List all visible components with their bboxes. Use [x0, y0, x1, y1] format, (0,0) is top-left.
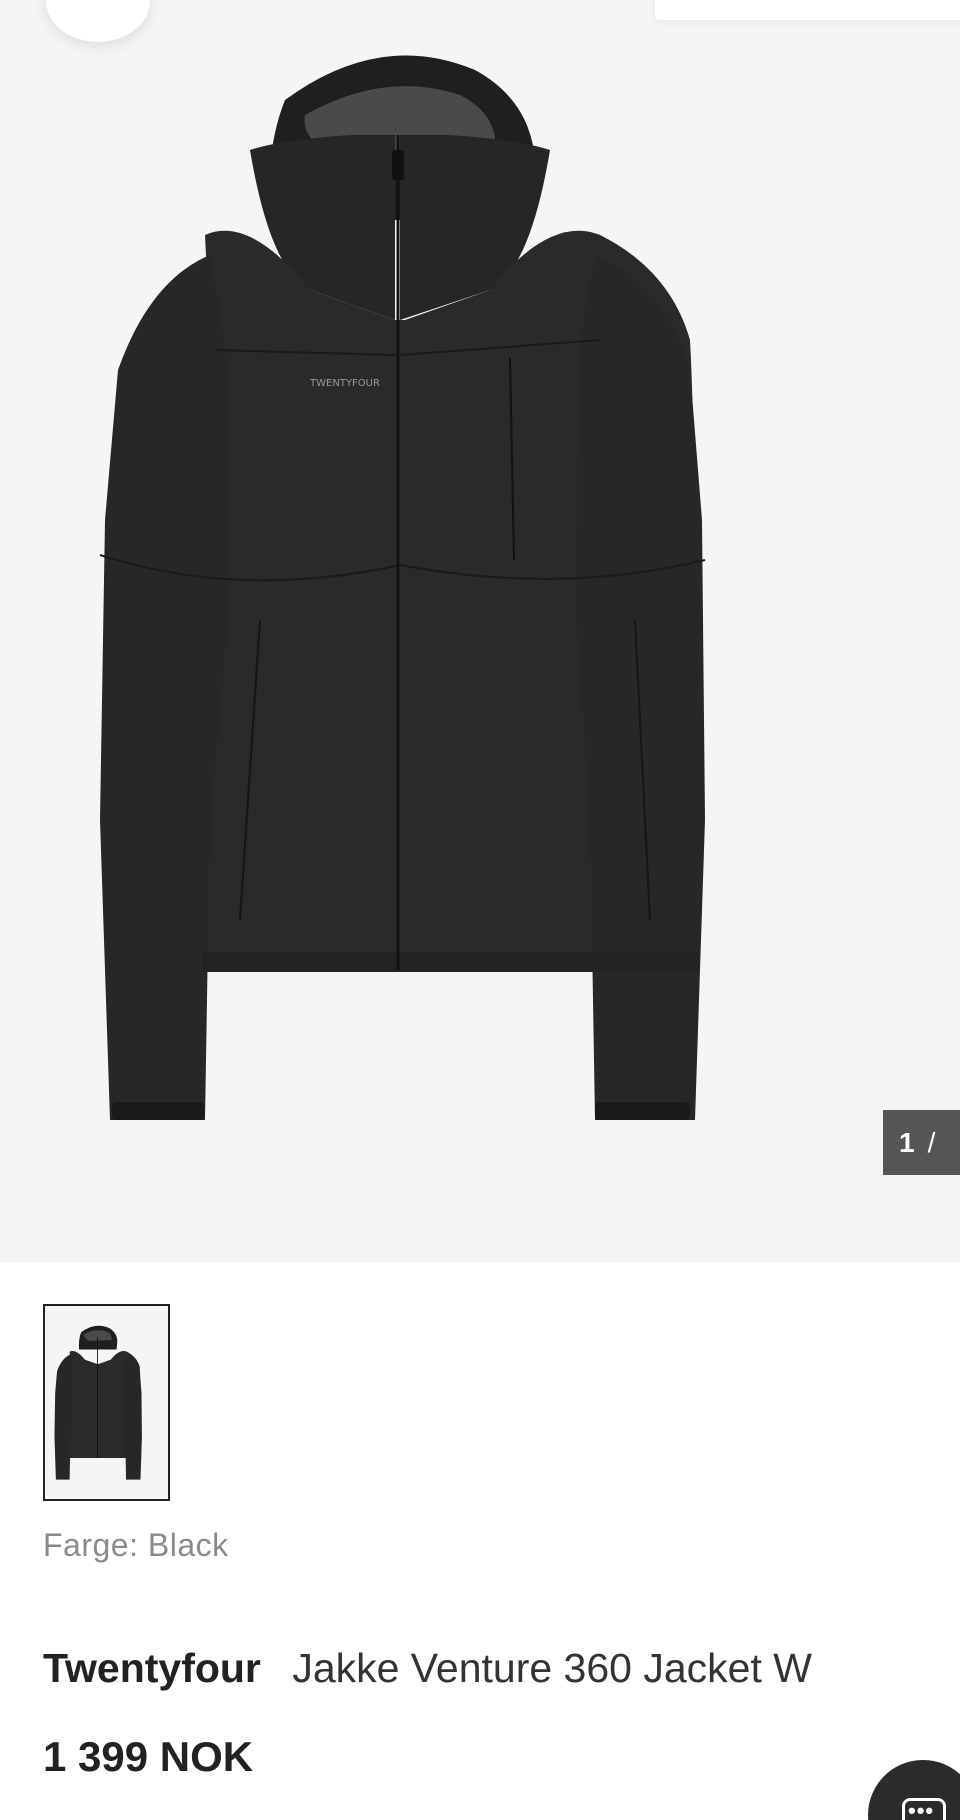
- product-title: Twentyfour Jakke Venture 360 Jacket W: [43, 1645, 812, 1692]
- jacket-logo: TWENTYFOUR: [309, 378, 380, 389]
- jacket-product-image: TWENTYFOUR: [99, 55, 706, 1120]
- counter-separator: /: [927, 1126, 937, 1158]
- counter-current: 1: [899, 1126, 916, 1158]
- thumbnail-jacket-image: [54, 1325, 142, 1480]
- thumbnail-1[interactable]: [43, 1304, 170, 1501]
- chat-button[interactable]: •••: [868, 1760, 960, 1820]
- product-image-gallery[interactable]: TWENTYFOUR 1 /: [0, 0, 960, 1262]
- product-brand[interactable]: Twentyfour: [43, 1645, 261, 1691]
- wishlist-button[interactable]: [46, 0, 150, 42]
- top-overlay-panel: [655, 0, 960, 20]
- product-name: Jakke Venture 360 Jacket W: [292, 1645, 812, 1691]
- image-counter: 1 /: [883, 1110, 960, 1175]
- color-label: Farge: Black: [43, 1527, 229, 1563]
- product-page: TWENTYFOUR 1 / Farge: Black Twentyfour J…: [0, 0, 960, 1820]
- product-price: 1 399 NOK: [43, 1733, 254, 1780]
- chat-dots-icon: •••: [908, 1798, 935, 1820]
